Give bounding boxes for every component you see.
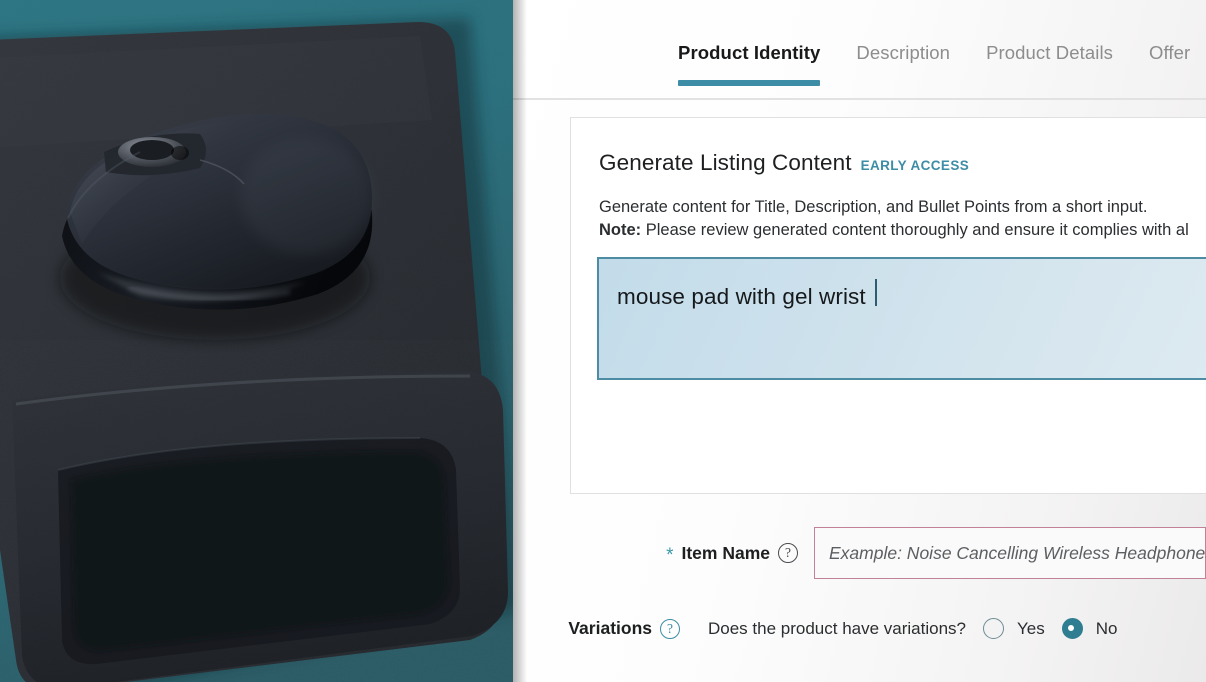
item-name-label-block: * Item Name ? <box>513 542 814 565</box>
variations-radio-no[interactable] <box>1061 618 1083 639</box>
question-mark-icon[interactable]: ? <box>660 618 680 639</box>
generate-listing-content-card: Generate Listing Content EARLY ACCESS Ge… <box>570 117 1206 494</box>
product-image <box>0 0 513 682</box>
product-photo-illustration <box>0 0 513 682</box>
text-caret <box>874 279 877 306</box>
form-tabs: Product Identity Description Product Det… <box>513 34 1206 100</box>
card-title: Generate Listing Content <box>599 150 852 175</box>
tab-offer[interactable]: Offer <box>1149 34 1190 86</box>
tabs-divider <box>513 98 1206 100</box>
question-mark-icon[interactable]: ? <box>778 543 798 563</box>
item-name-input[interactable]: Example: Noise Cancelling Wireless Headp… <box>814 527 1206 579</box>
variations-field-row: Variations ? Does the product have varia… <box>513 618 1206 639</box>
early-access-badge: EARLY ACCESS <box>860 158 970 173</box>
card-note: Note: Please review generated content th… <box>599 219 1206 242</box>
tab-label: Product Identity <box>678 42 821 63</box>
app-root: Product Identity Description Product Det… <box>0 0 1206 682</box>
item-name-placeholder: Example: Noise Cancelling Wireless Headp… <box>829 542 1206 563</box>
variations-radio-no-label: No <box>1095 618 1118 638</box>
variations-radio-yes-label: Yes <box>1017 618 1045 638</box>
listing-form-panel: Product Identity Description Product Det… <box>513 0 1206 682</box>
tab-label: Offer <box>1149 42 1191 63</box>
note-label: Note: <box>599 221 642 239</box>
generate-prompt-textarea[interactable]: mouse pad with gel wrist <box>597 257 1206 380</box>
item-name-label: Item Name <box>681 542 770 563</box>
tab-label: Description <box>856 42 951 63</box>
variations-label-block: Variations ? <box>513 618 696 639</box>
variations-label: Variations <box>568 618 652 638</box>
variations-question: Does the product have variations? <box>708 618 966 638</box>
tab-description[interactable]: Description <box>856 34 950 86</box>
prompt-value: mouse pad with gel wrist <box>617 283 866 309</box>
item-name-field-row: * Item Name ? Example: Noise Cancelling … <box>513 527 1206 579</box>
tab-label: Product Details <box>986 42 1114 63</box>
card-description: Generate content for Title, Description,… <box>599 198 1148 216</box>
variations-radio-yes[interactable] <box>983 618 1004 639</box>
tab-product-details[interactable]: Product Details <box>986 34 1113 86</box>
note-text: Please review generated content thorough… <box>641 221 1189 239</box>
card-title-row: Generate Listing Content EARLY ACCESS <box>599 150 969 176</box>
tab-product-identity[interactable]: Product Identity <box>678 34 821 86</box>
